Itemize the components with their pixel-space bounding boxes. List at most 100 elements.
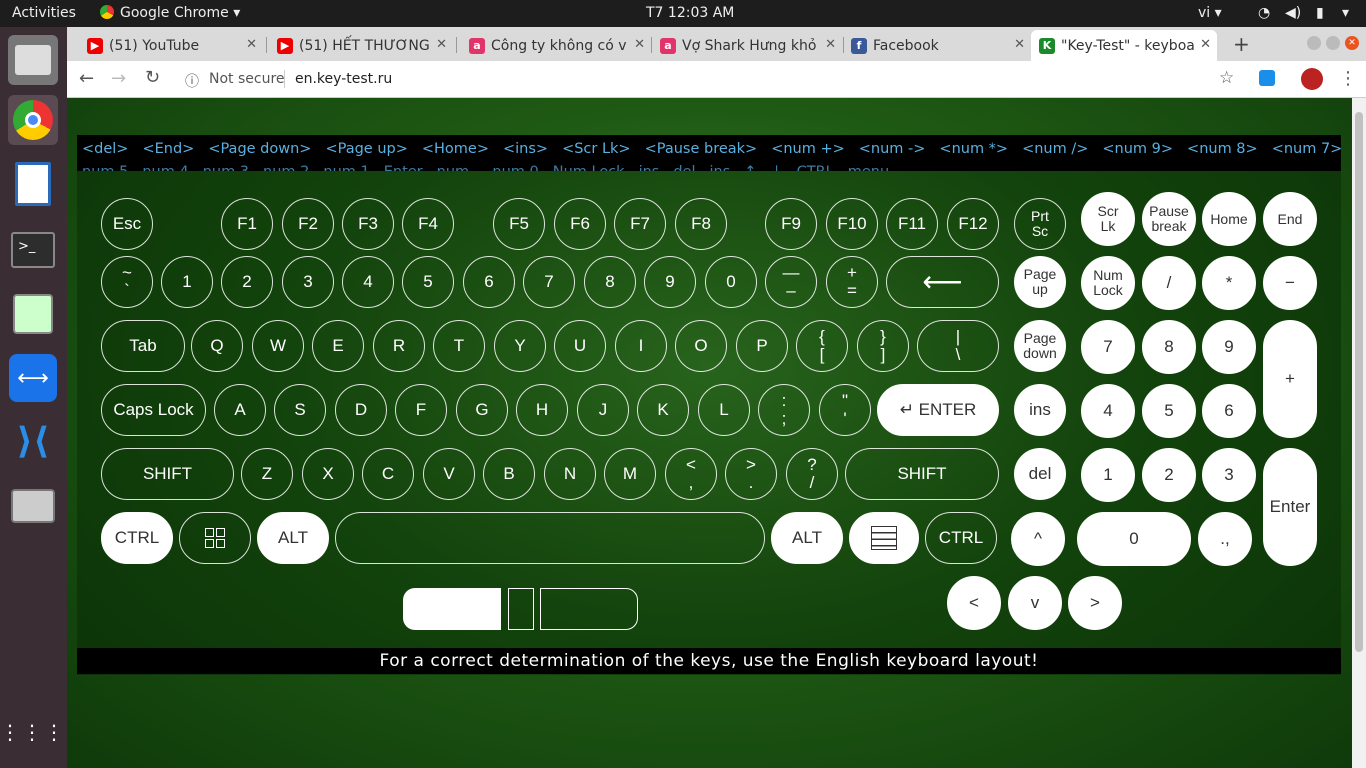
key-z[interactable]: Z — [241, 448, 293, 500]
key-left[interactable]: < — [947, 576, 1001, 630]
files-icon[interactable] — [8, 35, 58, 85]
key-n1[interactable]: 1 — [161, 256, 213, 308]
key-f12[interactable]: F12 — [947, 198, 999, 250]
key-g[interactable]: G — [456, 384, 508, 436]
key-kp7[interactable]: 7 — [1081, 320, 1135, 374]
key-b[interactable]: B — [483, 448, 535, 500]
close-icon[interactable]: ✕ — [1014, 37, 1025, 52]
key-f[interactable]: F — [395, 384, 447, 436]
key-enter[interactable]: ↵ ENTER — [877, 384, 999, 436]
image-viewer-icon[interactable] — [8, 289, 58, 339]
key-w[interactable]: W — [252, 320, 304, 372]
key-j[interactable]: J — [577, 384, 629, 436]
clock[interactable]: T7 12:03 AM — [646, 5, 734, 21]
close-icon[interactable]: ✕ — [1200, 37, 1211, 52]
key-minus[interactable]: — – — [765, 256, 817, 308]
key-f11[interactable]: F11 — [886, 198, 938, 250]
key-n0[interactable]: 0 — [705, 256, 757, 308]
key-m[interactable]: M — [604, 448, 656, 500]
battery-icon[interactable]: ▮ — [1316, 5, 1324, 21]
key-win[interactable] — [179, 512, 251, 564]
key-f1[interactable]: F1 — [221, 198, 273, 250]
key-altl[interactable]: ALT — [257, 512, 329, 564]
key-pause[interactable]: Pause break — [1142, 192, 1196, 246]
key-d[interactable]: D — [335, 384, 387, 436]
key-semi[interactable]: : ; — [758, 384, 810, 436]
key-rbr[interactable]: } ] — [857, 320, 909, 372]
app-menu[interactable]: Google Chrome ▾ — [100, 5, 240, 21]
key-shiftr[interactable]: SHIFT — [845, 448, 999, 500]
key-n4[interactable]: 4 — [342, 256, 394, 308]
key-lbr[interactable]: { [ — [796, 320, 848, 372]
key-shiftl[interactable]: SHIFT — [101, 448, 234, 500]
key-a[interactable]: A — [214, 384, 266, 436]
key-n6[interactable]: 6 — [463, 256, 515, 308]
key-kpminus[interactable]: − — [1263, 256, 1317, 310]
key-ctrll[interactable]: CTRL — [101, 512, 173, 564]
minimize-button[interactable] — [1307, 36, 1321, 50]
key-kp9[interactable]: 9 — [1202, 320, 1256, 374]
close-icon[interactable]: ✕ — [436, 37, 447, 52]
volume-icon[interactable]: ◀) — [1285, 5, 1301, 21]
window-close-button[interactable]: ✕ — [1345, 36, 1359, 50]
camera-icon[interactable] — [8, 481, 58, 531]
key-altr[interactable]: ALT — [771, 512, 843, 564]
key-tab[interactable]: Tab — [101, 320, 185, 372]
key-kp3[interactable]: 3 — [1202, 448, 1256, 502]
key-r[interactable]: R — [373, 320, 425, 372]
key-k[interactable]: K — [637, 384, 689, 436]
key-kp8[interactable]: 8 — [1142, 320, 1196, 374]
key-q[interactable]: Q — [191, 320, 243, 372]
activities-button[interactable]: Activities — [12, 5, 76, 21]
key-slash[interactable]: ? / — [786, 448, 838, 500]
key-c[interactable]: C — [362, 448, 414, 500]
key-home[interactable]: Home — [1202, 192, 1256, 246]
key-bslash[interactable]: | \ — [917, 320, 999, 372]
key-f3[interactable]: F3 — [342, 198, 394, 250]
tab-vo-shark[interactable]: a Vợ Shark Hưng khỏ ✕ — [652, 30, 842, 61]
key-f7[interactable]: F7 — [614, 198, 666, 250]
language-indicator[interactable]: vi ▾ — [1198, 5, 1222, 21]
tab-het-thuong[interactable]: ▶ (51) HẾT THƯƠNG ✕ — [269, 30, 453, 61]
key-f9[interactable]: F9 — [765, 198, 817, 250]
key-pagedown[interactable]: Page down — [1014, 320, 1066, 372]
chrome-dock-icon[interactable] — [8, 95, 58, 145]
key-ctrlr[interactable]: CTRL — [925, 512, 997, 564]
key-n2[interactable]: 2 — [221, 256, 273, 308]
key-n7[interactable]: 7 — [523, 256, 575, 308]
key-u[interactable]: U — [554, 320, 606, 372]
key-numlock[interactable]: Num Lock — [1081, 256, 1135, 310]
key-kp2[interactable]: 2 — [1142, 448, 1196, 502]
key-tilde[interactable]: ~ ` — [101, 256, 153, 308]
wifi-icon[interactable]: ◔ — [1258, 5, 1270, 21]
forward-icon[interactable]: → — [111, 68, 126, 89]
url-text[interactable]: en.key-test.ru — [295, 71, 392, 87]
address-bar[interactable]: ⓘ Not secure en.key-test.ru — [175, 66, 1305, 94]
key-n9[interactable]: 9 — [644, 256, 696, 308]
key-menu[interactable] — [849, 512, 919, 564]
system-menu-icon[interactable]: ▾ — [1342, 5, 1349, 21]
key-s[interactable]: S — [274, 384, 326, 436]
key-end[interactable]: End — [1263, 192, 1317, 246]
tab-facebook[interactable]: f Facebook ✕ — [843, 30, 1031, 61]
mouse-right-button[interactable] — [540, 588, 638, 630]
key-kp4[interactable]: 4 — [1081, 384, 1135, 438]
key-kp1[interactable]: 1 — [1081, 448, 1135, 502]
key-i[interactable]: I — [615, 320, 667, 372]
key-scrlk[interactable]: Scr Lk — [1081, 192, 1135, 246]
reload-icon[interactable]: ↻ — [145, 67, 160, 88]
key-pageup[interactable]: Page up — [1014, 256, 1066, 308]
key-up[interactable]: ^ — [1011, 512, 1065, 566]
key-f6[interactable]: F6 — [554, 198, 606, 250]
key-plus[interactable]: + = — [826, 256, 878, 308]
key-v[interactable]: V — [423, 448, 475, 500]
teamviewer-icon[interactable]: ⟷ — [8, 353, 58, 403]
key-f4[interactable]: F4 — [402, 198, 454, 250]
tab-cong-ty[interactable]: a Công ty không có v ✕ — [461, 30, 651, 61]
key-n3[interactable]: 3 — [282, 256, 334, 308]
key-n8[interactable]: 8 — [584, 256, 636, 308]
key-kpenter[interactable]: Enter — [1263, 448, 1317, 566]
key-kpdiv[interactable]: / — [1142, 256, 1196, 310]
key-f2[interactable]: F2 — [282, 198, 334, 250]
maximize-button[interactable] — [1326, 36, 1340, 50]
